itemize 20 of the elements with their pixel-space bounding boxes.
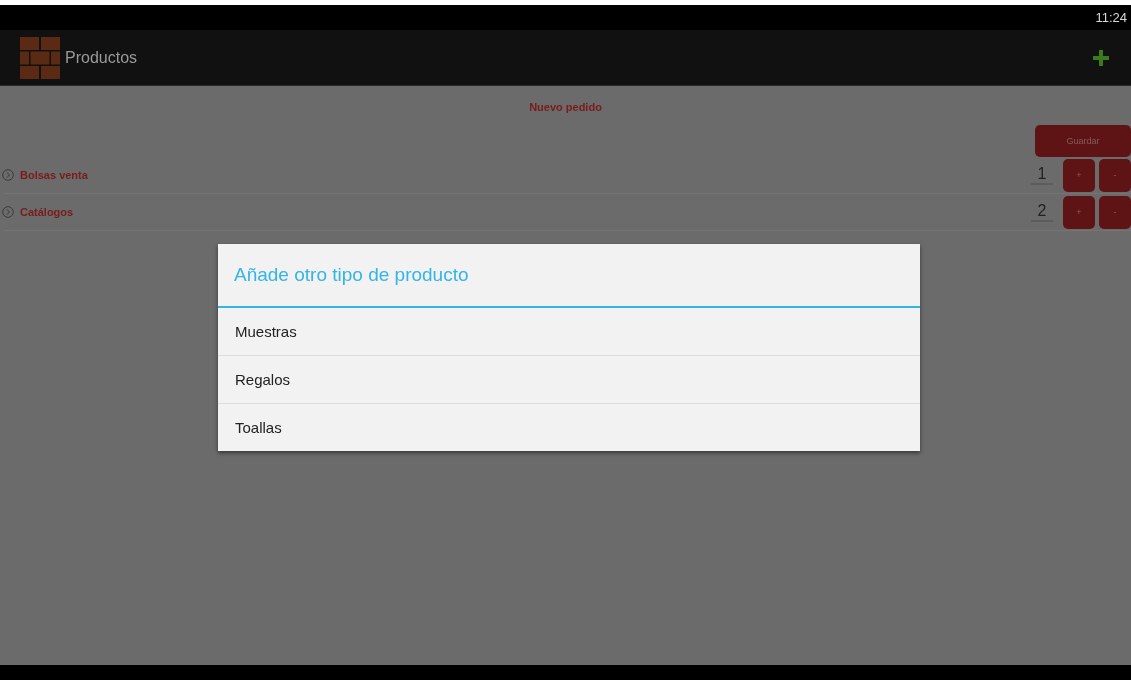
increase-button[interactable]: + xyxy=(1063,195,1095,229)
product-name: Bolsas venta xyxy=(20,169,89,181)
quantity-field[interactable]: 1 xyxy=(1031,165,1053,185)
dialog-title: Añade otro tipo de producto xyxy=(218,244,920,308)
product-type-option[interactable]: Muestras xyxy=(218,308,920,356)
order-heading: Nuevo pedido xyxy=(528,100,603,115)
product-name: Catálogos xyxy=(20,206,75,218)
decrease-button[interactable]: - xyxy=(1099,158,1131,192)
app-title: Productos xyxy=(65,48,139,67)
add-icon[interactable] xyxy=(1093,49,1109,66)
chevron-circle-icon[interactable] xyxy=(2,169,14,181)
clock-time: 11:24 xyxy=(1095,10,1127,25)
product-type-option[interactable]: Toallas xyxy=(218,404,920,451)
chevron-circle-icon[interactable] xyxy=(2,206,14,218)
save-button[interactable]: Guardar xyxy=(1035,125,1131,157)
brick-wall-icon xyxy=(20,36,60,79)
increase-button[interactable]: + xyxy=(1063,158,1095,192)
quantity-field[interactable]: 2 xyxy=(1031,202,1053,222)
product-type-option[interactable]: Regalos xyxy=(218,356,920,404)
decrease-button[interactable]: - xyxy=(1099,195,1131,229)
